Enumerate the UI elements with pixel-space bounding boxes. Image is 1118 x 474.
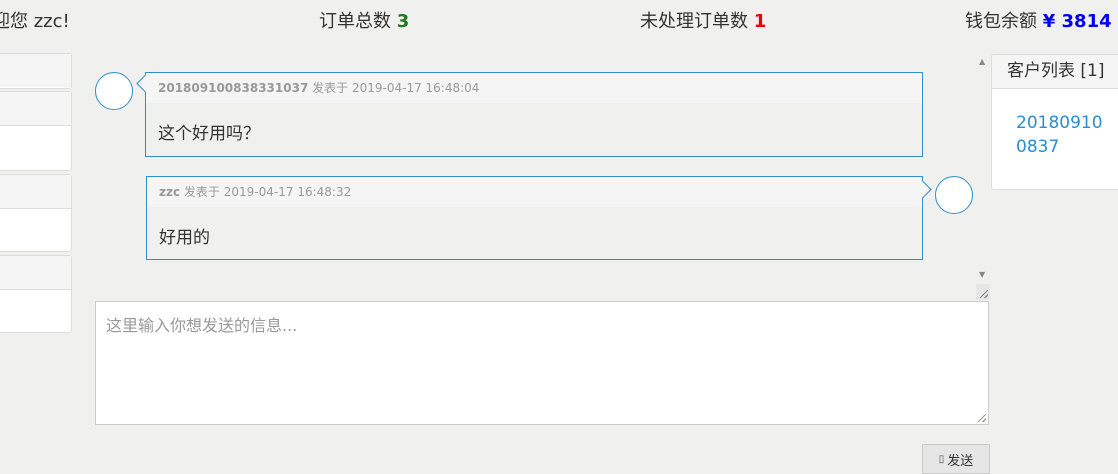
orders-total-value: 3 — [396, 11, 410, 32]
customer-list-item[interactable]: 201809100837 — [992, 89, 1111, 159]
message-posted-label: 发表于 — [183, 185, 220, 199]
scroll-up-icon[interactable]: ▲ — [979, 57, 985, 66]
wallet-balance: 钱包余额 ¥ 3814 — [965, 7, 1112, 33]
message-posted-label: 发表于 — [312, 81, 349, 95]
message-sender: 201809100838331037 — [158, 81, 309, 95]
customer-list-panel: 客户列表 [1] 201809100837 — [991, 54, 1118, 190]
scroll-down-icon[interactable]: ▼ — [979, 270, 985, 279]
welcome-text: 迎您 zzc! — [0, 11, 70, 32]
left-panel-3 — [0, 174, 72, 252]
message-meta: zzc 发表于 2019-04-17 16:48:32 — [147, 177, 922, 207]
message-time: 2019-04-17 16:48:04 — [351, 81, 480, 95]
message-input[interactable] — [96, 302, 988, 424]
message-right: zzc 发表于 2019-04-17 16:48:32 好用的 — [146, 176, 932, 260]
orders-pending: 未处理订单数 1 — [640, 7, 766, 33]
send-button[interactable]: ▯ 发送 — [922, 444, 990, 474]
message-text: 好用的 — [159, 228, 210, 248]
orders-total-label: 订单总数 — [319, 11, 391, 32]
left-panel-2 — [0, 91, 72, 171]
message-sender: zzc — [159, 185, 181, 199]
avatar-customer — [95, 72, 133, 110]
message-time: 2019-04-17 16:48:32 — [223, 185, 352, 199]
left-panel-1 — [0, 53, 72, 89]
textarea-resize-icon[interactable] — [978, 414, 986, 422]
orders-pending-label: 未处理订单数 — [640, 11, 748, 32]
customer-list-title: 客户列表 [1] — [992, 55, 1118, 89]
message-left: 201809100838331037 发表于 2019-04-17 16:48:… — [136, 72, 923, 157]
orders-pending-value: 1 — [753, 11, 767, 32]
wallet-value: ¥ 3814 — [1042, 11, 1112, 32]
send-label: 发送 — [947, 453, 974, 469]
message-meta: 201809100838331037 发表于 2019-04-17 16:48:… — [146, 73, 922, 103]
message-input-box[interactable] — [95, 301, 989, 425]
message-text: 这个好用吗？ — [158, 124, 260, 144]
left-panel-4 — [0, 255, 72, 333]
wallet-label: 钱包余额 — [965, 11, 1037, 32]
resize-grip-icon[interactable] — [976, 284, 990, 300]
send-icon: ▯ — [938, 453, 945, 465]
avatar-self — [935, 176, 973, 214]
orders-total: 订单总数 3 — [319, 7, 409, 33]
stats-bar: 迎您 zzc! 订单总数 3 未处理订单数 1 钱包余额 ¥ 3814 — [0, 0, 1118, 40]
chat-area[interactable]: 201809100838331037 发表于 2019-04-17 16:48:… — [92, 56, 988, 286]
